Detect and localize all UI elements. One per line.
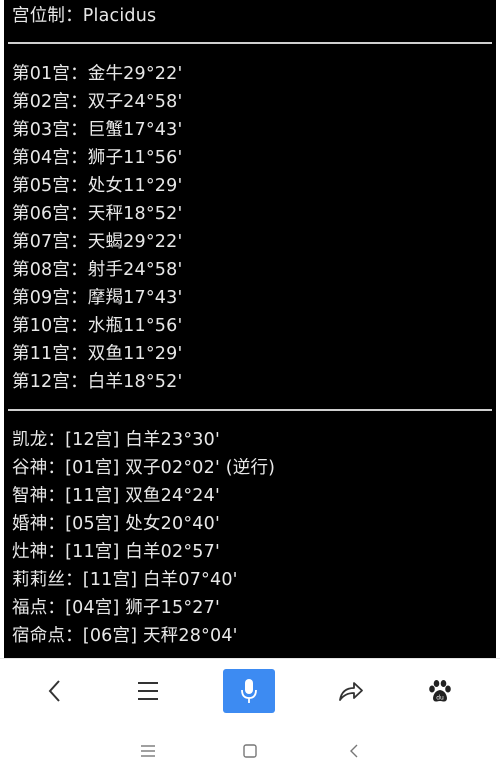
chart-text-panel: 宫位制：Placidus 第01宫：金牛29°22' 第02宫：双子24°58'… <box>4 0 496 658</box>
point-row: 莉莉丝：[11宫] 白羊07°40' <box>12 570 238 590</box>
house-row: 第03宫：巨蟹17°43' <box>12 120 183 140</box>
house-row: 第02宫：双子24°58' <box>12 92 183 112</box>
recent-apps-button[interactable] <box>128 736 168 766</box>
house-row: 第05宫：处女11°29' <box>12 176 183 196</box>
home-button[interactable] <box>230 736 270 766</box>
point-row: 福点：[04宫] 狮子15°27' <box>12 598 220 618</box>
voice-search-button[interactable] <box>223 669 275 713</box>
house-row: 第08宫：射手24°58' <box>12 260 183 280</box>
svg-text:du: du <box>436 695 444 702</box>
system-navigation-bar <box>0 722 500 779</box>
house-row: 第06宫：天秤18°52' <box>12 204 183 224</box>
back-button[interactable] <box>29 669 81 713</box>
point-row: 灶神：[11宫] 白羊02°57' <box>12 542 220 562</box>
recent-apps-icon <box>141 745 155 757</box>
house-row: 第09宫：摩羯17°43' <box>12 288 183 308</box>
divider <box>8 42 492 44</box>
browser-toolbar: du <box>0 658 500 722</box>
house-row: 第12宫：白羊18°52' <box>12 372 183 392</box>
share-button[interactable] <box>325 669 377 713</box>
point-row: 凯龙：[12宫] 白羊23°30' <box>12 430 220 450</box>
back-icon <box>48 680 60 702</box>
house-row: 第10宫：水瓶11°56' <box>12 316 183 336</box>
menu-button[interactable] <box>122 669 174 713</box>
share-icon <box>339 682 363 701</box>
house-row: 第11宫：双鱼11°29' <box>12 344 183 364</box>
house-row: 第04宫：狮子11°56' <box>12 148 183 168</box>
baidu-paw-icon: du <box>429 680 451 702</box>
point-row: 宿命点：[06宫] 天秤28°04' <box>12 626 238 646</box>
microphone-icon <box>241 679 257 703</box>
baidu-button[interactable]: du <box>414 669 466 713</box>
divider <box>8 409 492 411</box>
menu-icon <box>138 682 158 700</box>
house-system-label: 宫位制：Placidus <box>12 6 157 26</box>
point-row: 婚神：[05宫] 处女20°40' <box>12 514 220 534</box>
point-row: 智神：[11宫] 双鱼24°24' <box>12 486 220 506</box>
home-icon <box>243 744 257 758</box>
point-row: 谷神：[01宫] 双子02°02' (逆行) <box>12 458 276 478</box>
back-icon <box>350 744 358 758</box>
house-row: 第01宫：金牛29°22' <box>12 64 183 84</box>
system-back-button[interactable] <box>334 736 374 766</box>
house-row: 第07宫：天蝎29°22' <box>12 232 183 252</box>
